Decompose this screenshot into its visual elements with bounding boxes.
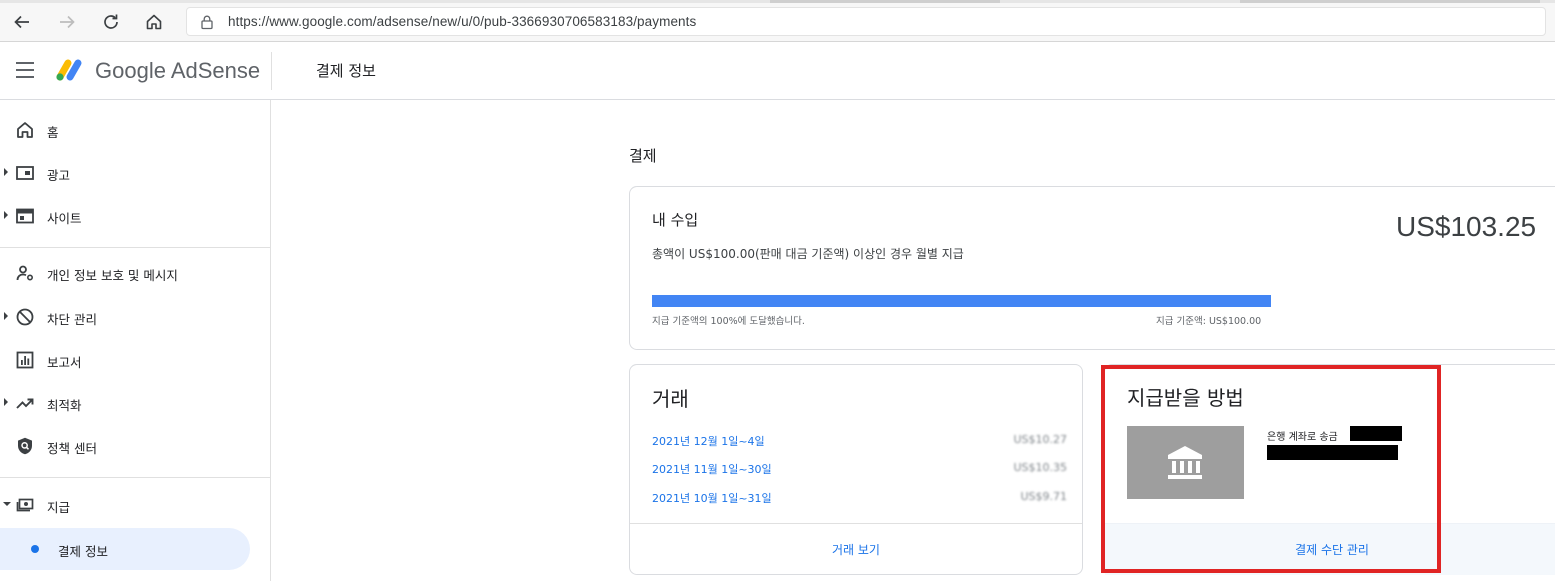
adsense-logo-icon <box>56 59 82 81</box>
arrow-left-icon <box>14 15 29 29</box>
transaction-row[interactable]: 2021년 10월 1일~31일 US$9.71 <box>652 490 1067 508</box>
sidebar-item-payment-info[interactable]: 결제 정보 <box>0 528 250 570</box>
payment-method-title: 지급받을 방법 <box>1127 386 1244 410</box>
privacy-icon <box>16 265 34 281</box>
section-title: 결제 <box>629 147 657 165</box>
sidebar-item-label: 개인 정보 보호 및 메시지 <box>47 268 178 283</box>
progress-fill <box>652 295 1271 307</box>
sidebar-divider <box>0 477 271 478</box>
sidebar-item-label: 보고서 <box>47 355 82 370</box>
sidebar-item-label: 광고 <box>47 168 71 183</box>
sidebar-item-label: 결제 정보 <box>58 544 108 559</box>
policy-icon <box>18 437 32 455</box>
block-icon <box>16 308 34 326</box>
tab-indicator[interactable] <box>770 0 1000 3</box>
url-text: https://www.google.com/adsense/new/u/0/p… <box>228 14 697 29</box>
menu-icon[interactable] <box>16 62 36 78</box>
transaction-amount: US$9.71 <box>1020 490 1067 503</box>
progress-status-text: 지급 기준액의 100%에 도달했습니다. <box>652 316 805 327</box>
sidebar-item-home[interactable]: 홈 <box>0 110 271 150</box>
transaction-amount: US$10.27 <box>1013 433 1067 446</box>
app-header: Google AdSense 결제 정보 <box>0 42 1555 100</box>
report-icon <box>16 351 34 369</box>
sidebar-item-ads[interactable]: 광고 <box>0 153 271 193</box>
caret-right-icon <box>4 168 8 176</box>
sidebar-item-label: 차단 관리 <box>47 312 97 327</box>
payment-method-footer: 결제 수단 관리 <box>1105 523 1555 575</box>
caret-down-icon <box>3 502 11 506</box>
sidebar-item-label: 지급 <box>47 500 71 515</box>
transactions-title: 거래 <box>652 387 689 411</box>
sidebar-item-blocking[interactable]: 차단 관리 <box>0 297 271 337</box>
sidebar-item-payments[interactable]: 지급 <box>0 485 271 525</box>
sidebar-item-label: 사이트 <box>47 211 82 226</box>
payment-method-card: 지급받을 방법 은행 계좌로 송금 결제 수단 관리 <box>1104 364 1555 575</box>
view-transactions-link[interactable]: 거래 보기 <box>630 541 1082 558</box>
page-title: 결제 정보 <box>316 62 376 80</box>
caret-right-icon <box>4 312 8 320</box>
sidebar: 홈 광고 사이트 개인 정보 보호 및 메시지 차단 관리 보고서 최적화 정책… <box>0 100 271 581</box>
payments-icon <box>16 498 34 512</box>
transaction-row[interactable]: 2021년 11월 1일~30일 US$10.35 <box>652 461 1067 479</box>
sidebar-item-policy[interactable]: 정책 센터 <box>0 426 271 466</box>
transaction-period-link[interactable]: 2021년 10월 1일~31일 <box>652 490 772 506</box>
trending-icon <box>16 398 34 409</box>
home-icon <box>17 122 33 138</box>
reload-icon <box>104 14 118 29</box>
active-dot-icon <box>31 545 39 553</box>
caret-right-icon <box>4 398 8 406</box>
sidebar-divider <box>0 247 271 248</box>
earnings-amount: US$103.25 <box>1396 211 1537 242</box>
back-button[interactable] <box>9 9 35 35</box>
sites-icon <box>16 208 34 224</box>
sidebar-item-reports[interactable]: 보고서 <box>0 340 271 380</box>
manage-payment-methods-link[interactable]: 결제 수단 관리 <box>1105 541 1555 558</box>
forward-button[interactable] <box>54 9 80 35</box>
caret-right-icon <box>4 211 8 219</box>
transactions-card: 거래 2021년 12월 1일~4일 US$10.27 2021년 11월 1일… <box>629 364 1083 575</box>
sidebar-item-sites[interactable]: 사이트 <box>0 196 271 236</box>
progress-threshold-text: 지급 기준액: US$100.00 <box>1156 316 1262 327</box>
sidebar-item-label: 최적화 <box>47 398 82 413</box>
tab-indicator[interactable] <box>1240 0 1540 3</box>
earnings-card: 내 수입 총액이 US$100.00(판매 대금 기준액) 이상인 경우 월별 … <box>629 186 1555 350</box>
sidebar-item-privacy[interactable]: 개인 정보 보호 및 메시지 <box>0 253 271 293</box>
bank-icon <box>1168 446 1202 479</box>
transactions-footer: 거래 보기 <box>630 523 1082 575</box>
sidebar-item-optimization[interactable]: 최적화 <box>0 383 271 423</box>
header-divider <box>271 52 272 90</box>
reload-button[interactable] <box>98 9 124 35</box>
arrow-right-icon <box>60 15 75 29</box>
earnings-title: 내 수입 <box>652 211 699 229</box>
ads-icon <box>16 166 34 180</box>
bank-tile <box>1127 426 1244 499</box>
transaction-row[interactable]: 2021년 12월 1일~4일 US$10.27 <box>652 433 1067 451</box>
redacted-block <box>1267 445 1398 460</box>
sidebar-item-label: 정책 센터 <box>47 441 97 456</box>
address-bar[interactable]: https://www.google.com/adsense/new/u/0/p… <box>186 7 1546 36</box>
home-icon <box>146 14 162 30</box>
threshold-progress-bar <box>652 295 1271 307</box>
home-button[interactable] <box>141 9 167 35</box>
transaction-period-link[interactable]: 2021년 11월 1일~30일 <box>652 461 772 477</box>
transaction-period-link[interactable]: 2021년 12월 1일~4일 <box>652 433 765 449</box>
browser-toolbar: https://www.google.com/adsense/new/u/0/p… <box>0 0 1555 42</box>
earnings-subtitle: 총액이 US$100.00(판매 대금 기준액) 이상인 경우 월별 지급 <box>652 247 964 261</box>
redacted-block <box>1350 426 1402 441</box>
brand-name: Google AdSense <box>95 58 261 83</box>
payment-method-label: 은행 계좌로 송금 <box>1267 432 1338 443</box>
lock-icon <box>201 15 213 30</box>
sidebar-item-label: 홈 <box>47 125 59 140</box>
transaction-amount: US$10.35 <box>1013 461 1067 474</box>
